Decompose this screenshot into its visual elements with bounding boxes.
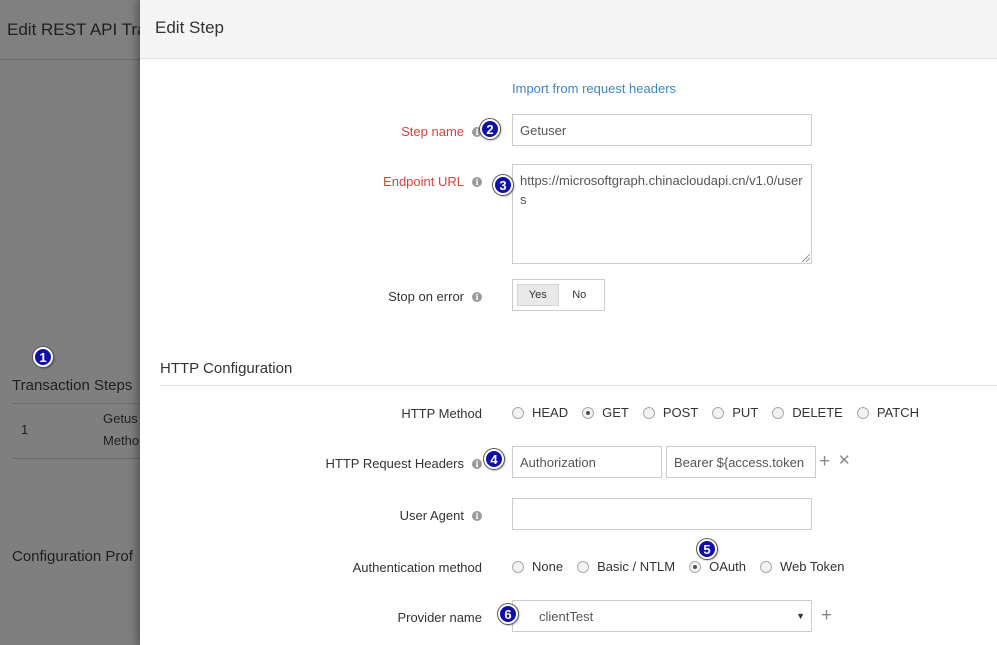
radio-icon[interactable]: [512, 560, 524, 573]
radio-icon[interactable]: [772, 406, 785, 419]
radio-icon[interactable]: [512, 406, 524, 419]
background-page-title: Edit REST API Tra: [7, 20, 147, 39]
auth-web-token[interactable]: Web Token: [759, 559, 845, 574]
radio-checked-icon[interactable]: [689, 560, 702, 573]
auth-basic-ntlm[interactable]: Basic / NTLM: [577, 559, 675, 574]
radio-label: Basic / NTLM: [597, 559, 676, 574]
edit-step-panel: Edit Step Import from request headers St…: [140, 0, 997, 645]
stop-on-error-no[interactable]: No: [559, 284, 600, 306]
radio-label: None: [532, 559, 564, 574]
authentication-method-label-text: Authentication method: [352, 560, 482, 575]
step-name-input[interactable]: [512, 114, 812, 146]
stop-on-error-label-text: Stop on error: [388, 289, 464, 304]
annotation-badge-4: 4: [484, 449, 504, 469]
endpoint-url-textarea[interactable]: https://microsoftgraph.chinacloudapi.cn/…: [512, 164, 812, 264]
provider-name-select[interactable]: clientTest ▼: [512, 600, 812, 632]
annotation-badge-3: 3: [493, 175, 513, 195]
add-header-plus-icon[interactable]: +: [819, 452, 830, 471]
background-header: Edit REST API Tra: [0, 0, 147, 60]
http-method-get[interactable]: GET: [582, 405, 629, 420]
http-method-head[interactable]: HEAD: [512, 405, 568, 420]
info-icon[interactable]: i: [472, 458, 482, 469]
authentication-method-radio-group: None Basic / NTLM OAuth Web Token: [512, 559, 859, 574]
step-name-label-text: Step name: [401, 124, 464, 139]
radio-label: PATCH: [876, 405, 919, 420]
radio-label: POST: [662, 405, 699, 420]
http-method-label-text: HTTP Method: [401, 406, 482, 421]
info-icon[interactable]: i: [472, 510, 482, 521]
provider-name-label: Provider name: [397, 610, 482, 625]
http-method-label: HTTP Method: [401, 406, 482, 421]
radio-icon[interactable]: [577, 560, 590, 573]
chevron-down-icon[interactable]: ▼: [796, 611, 805, 621]
divider: [12, 458, 140, 459]
radio-label: GET: [602, 405, 629, 420]
auth-none[interactable]: None: [512, 559, 563, 574]
annotation-badge-5: 5: [697, 539, 717, 559]
radio-checked-icon[interactable]: [582, 406, 595, 419]
radio-icon[interactable]: [759, 560, 772, 573]
stop-on-error-yes[interactable]: Yes: [517, 284, 559, 306]
remove-header-close-icon[interactable]: ✕: [838, 453, 851, 468]
user-agent-label-text: User Agent: [399, 508, 464, 523]
auth-oauth[interactable]: OAuth: [689, 559, 746, 574]
radio-label: HEAD: [532, 405, 569, 420]
info-icon[interactable]: i: [472, 176, 482, 187]
step-row-method: Metho: [103, 433, 140, 448]
annotation-badge-1: 1: [33, 347, 53, 367]
step-row-number: 1: [21, 422, 29, 437]
annotation-badge-2: 2: [480, 119, 500, 139]
panel-header: Edit Step: [140, 0, 997, 59]
section-divider: [160, 385, 997, 386]
endpoint-url-label-text: Endpoint URL: [383, 174, 464, 189]
info-icon[interactable]: i: [472, 291, 482, 302]
divider: [12, 403, 140, 404]
user-agent-label: User Agent i: [400, 508, 482, 523]
user-agent-input[interactable]: [512, 498, 812, 530]
step-row-name[interactable]: Getus: [103, 411, 138, 426]
radio-icon[interactable]: [642, 406, 655, 419]
http-configuration-heading: HTTP Configuration: [160, 360, 293, 377]
resize-handle-icon[interactable]: [802, 254, 810, 262]
stop-on-error-toggle: Yes No: [512, 279, 605, 311]
header-value-input[interactable]: [666, 446, 816, 478]
radio-icon[interactable]: [856, 406, 869, 419]
stop-on-error-label: Stop on error i: [388, 289, 482, 304]
http-request-headers-label-text: HTTP Request Headers: [325, 456, 465, 471]
header-name-input[interactable]: [512, 446, 662, 478]
authentication-method-label: Authentication method: [353, 560, 482, 575]
configuration-profiles-heading: Configuration Prof: [12, 548, 133, 565]
http-method-delete[interactable]: DELETE: [772, 405, 843, 420]
endpoint-url-label: Endpoint URL i: [383, 174, 482, 189]
http-method-patch[interactable]: PATCH: [856, 405, 919, 420]
http-method-put[interactable]: PUT: [712, 405, 758, 420]
import-from-request-headers-link[interactable]: Import from request headers: [512, 81, 676, 96]
radio-label: OAuth: [709, 559, 746, 574]
add-provider-plus-icon[interactable]: +: [821, 606, 832, 625]
transaction-steps-heading: Transaction Steps: [12, 377, 133, 394]
http-method-post[interactable]: POST: [642, 405, 699, 420]
panel-title: Edit Step: [155, 18, 224, 37]
provider-name-label-text: Provider name: [397, 610, 482, 625]
radio-label: Web Token: [779, 559, 845, 574]
radio-label: DELETE: [792, 405, 843, 420]
step-name-label: Step name i: [401, 124, 482, 139]
http-request-headers-label: HTTP Request Headers i: [325, 456, 482, 471]
radio-label: PUT: [732, 405, 759, 420]
radio-icon[interactable]: [712, 406, 725, 419]
http-method-radio-group: HEAD GET POST PUT DELETE PATCH: [512, 405, 933, 420]
annotation-badge-6: 6: [498, 604, 518, 624]
provider-name-value: clientTest: [539, 608, 594, 624]
